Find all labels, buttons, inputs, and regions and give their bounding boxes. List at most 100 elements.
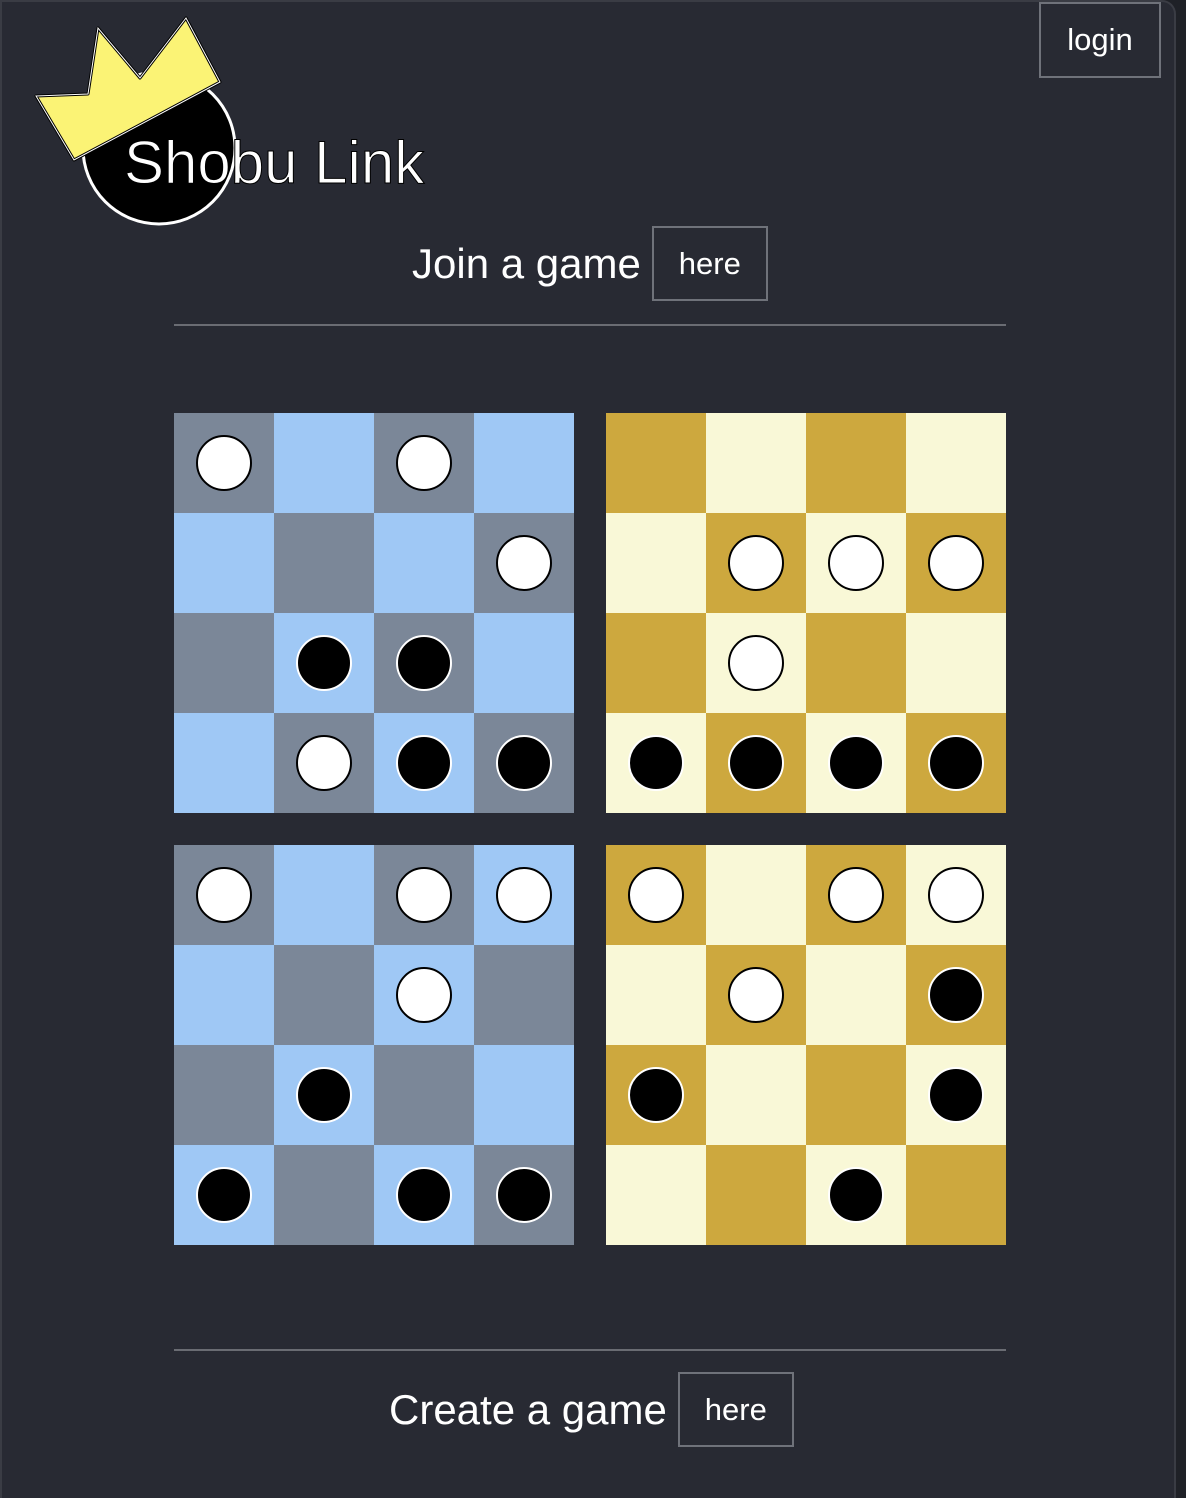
board-cell[interactable] (474, 1045, 574, 1145)
board-cell[interactable] (374, 945, 474, 1045)
create-game-button[interactable]: here (677, 1372, 794, 1447)
board-cell[interactable] (374, 513, 474, 613)
black-stone[interactable] (628, 1067, 684, 1123)
white-stone[interactable] (628, 867, 684, 923)
white-stone[interactable] (828, 867, 884, 923)
board-cell[interactable] (906, 1145, 1006, 1245)
board-cell[interactable] (806, 845, 906, 945)
board-cell[interactable] (606, 713, 706, 813)
board-cell[interactable] (374, 713, 474, 813)
board-cell[interactable] (606, 1045, 706, 1145)
white-stone[interactable] (728, 967, 784, 1023)
board-cell[interactable] (374, 413, 474, 513)
board-cell[interactable] (274, 1145, 374, 1245)
black-stone[interactable] (496, 1167, 552, 1223)
board-cell[interactable] (174, 613, 274, 713)
login-button[interactable]: login (1039, 2, 1161, 78)
board-cell[interactable] (606, 945, 706, 1045)
board-cell[interactable] (374, 1145, 474, 1245)
white-stone[interactable] (728, 535, 784, 591)
board-cell[interactable] (706, 945, 806, 1045)
board-cell[interactable] (706, 513, 806, 613)
board-cell[interactable] (374, 1045, 474, 1145)
board-cell[interactable] (806, 613, 906, 713)
board-cell[interactable] (474, 1145, 574, 1245)
board-cell[interactable] (274, 413, 374, 513)
white-stone[interactable] (396, 435, 452, 491)
black-stone[interactable] (928, 1067, 984, 1123)
board-cell[interactable] (474, 845, 574, 945)
board-cell[interactable] (606, 613, 706, 713)
board-cell[interactable] (706, 713, 806, 813)
board-cell[interactable] (706, 1045, 806, 1145)
board-cell[interactable] (274, 713, 374, 813)
white-stone[interactable] (396, 867, 452, 923)
board-cell[interactable] (374, 613, 474, 713)
board-cell[interactable] (706, 845, 806, 945)
board-cell[interactable] (606, 845, 706, 945)
board-cell[interactable] (274, 613, 374, 713)
black-stone[interactable] (396, 635, 452, 691)
board-cell[interactable] (606, 513, 706, 613)
board-cell[interactable] (474, 945, 574, 1045)
board-cell[interactable] (606, 1145, 706, 1245)
board-cell[interactable] (706, 413, 806, 513)
black-stone[interactable] (396, 1167, 452, 1223)
join-game-button[interactable]: here (651, 226, 768, 301)
black-stone[interactable] (296, 635, 352, 691)
white-stone[interactable] (396, 967, 452, 1023)
black-stone[interactable] (928, 735, 984, 791)
board-cell[interactable] (906, 713, 1006, 813)
black-stone[interactable] (496, 735, 552, 791)
white-stone[interactable] (196, 867, 252, 923)
white-stone[interactable] (928, 535, 984, 591)
board-cell[interactable] (706, 1145, 806, 1245)
black-stone[interactable] (396, 735, 452, 791)
black-stone[interactable] (828, 1167, 884, 1223)
board-cell[interactable] (174, 1045, 274, 1145)
board-cell[interactable] (174, 845, 274, 945)
board-cell[interactable] (374, 845, 474, 945)
white-stone[interactable] (496, 867, 552, 923)
board-cell[interactable] (606, 413, 706, 513)
board-cell[interactable] (474, 513, 574, 613)
board-cell[interactable] (174, 413, 274, 513)
board-cell[interactable] (174, 513, 274, 613)
app-title[interactable]: Shobu Link (123, 128, 424, 197)
board-cell[interactable] (274, 945, 374, 1045)
board-cell[interactable] (806, 1145, 906, 1245)
board-cell[interactable] (274, 845, 374, 945)
board-cell[interactable] (906, 945, 1006, 1045)
board-cell[interactable] (174, 1145, 274, 1245)
board-cell[interactable] (474, 713, 574, 813)
white-stone[interactable] (496, 535, 552, 591)
board-cell[interactable] (906, 513, 1006, 613)
board-cell[interactable] (274, 1045, 374, 1145)
black-stone[interactable] (728, 735, 784, 791)
board-cell[interactable] (906, 613, 1006, 713)
white-stone[interactable] (296, 735, 352, 791)
board-cell[interactable] (274, 513, 374, 613)
board-cell[interactable] (474, 613, 574, 713)
white-stone[interactable] (828, 535, 884, 591)
board-cell[interactable] (806, 413, 906, 513)
board-cell[interactable] (806, 713, 906, 813)
board-cell[interactable] (806, 513, 906, 613)
black-stone[interactable] (928, 967, 984, 1023)
black-stone[interactable] (196, 1167, 252, 1223)
board-cell[interactable] (174, 713, 274, 813)
board-cell[interactable] (806, 1045, 906, 1145)
white-stone[interactable] (196, 435, 252, 491)
board-cell[interactable] (906, 1045, 1006, 1145)
board-cell[interactable] (906, 845, 1006, 945)
white-stone[interactable] (728, 635, 784, 691)
board-cell[interactable] (174, 945, 274, 1045)
black-stone[interactable] (628, 735, 684, 791)
black-stone[interactable] (296, 1067, 352, 1123)
white-stone[interactable] (928, 867, 984, 923)
board-cell[interactable] (906, 413, 1006, 513)
board-cell[interactable] (806, 945, 906, 1045)
black-stone[interactable] (828, 735, 884, 791)
board-cell[interactable] (474, 413, 574, 513)
board-cell[interactable] (706, 613, 806, 713)
